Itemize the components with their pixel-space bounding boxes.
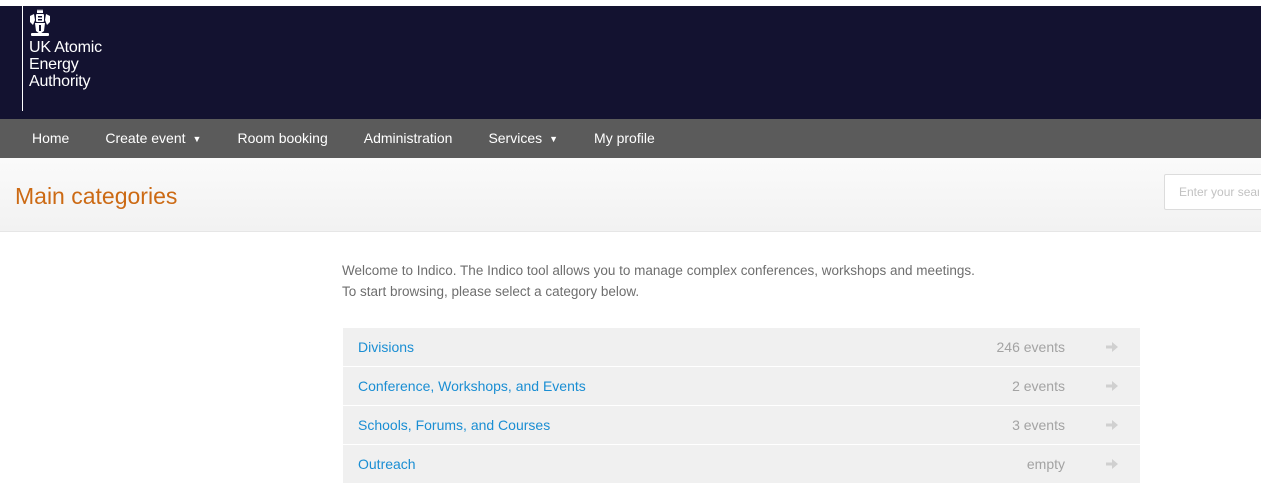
arrow-right-icon[interactable] [1106,381,1118,391]
nav-create-event[interactable]: Create event ▼ [87,119,219,158]
category-row[interactable]: Outreach empty [343,445,1140,483]
caret-down-icon: ▼ [549,134,559,144]
main-navbar: Home Create event ▼ Room booking Administ… [0,119,1261,158]
caret-down-icon: ▼ [192,134,202,144]
welcome-line: Welcome to Indico. The Indico tool allow… [342,263,975,278]
category-count: 2 events [1012,378,1065,394]
nav-home[interactable]: Home [14,119,87,158]
title-bar: Main categories [0,158,1261,232]
welcome-line: To start browsing, please select a categ… [342,284,640,299]
category-link[interactable]: Divisions [358,339,414,355]
search-input[interactable] [1164,174,1261,210]
arrow-right-icon[interactable] [1106,420,1118,430]
nav-my-profile-label: My profile [594,130,655,146]
logo-line: Energy [29,56,79,73]
category-count: 3 events [1012,417,1065,433]
category-link[interactable]: Conference, Workshops, and Events [358,378,586,394]
nav-room-booking[interactable]: Room booking [219,119,345,158]
nav-home-label: Home [32,130,70,146]
nav-my-profile[interactable]: My profile [576,119,673,158]
nav-administration[interactable]: Administration [346,119,471,158]
arrow-right-icon[interactable] [1106,342,1118,352]
nav-administration-label: Administration [363,130,453,146]
logo-line: Authority [29,73,91,90]
category-row[interactable]: Divisions 246 events [343,328,1140,367]
category-link[interactable]: Schools, Forums, and Courses [358,417,550,433]
arrow-right-icon[interactable] [1106,459,1118,469]
crest-icon [30,9,50,36]
category-row[interactable]: Conference, Workshops, and Events 2 even… [343,367,1140,406]
category-list: Divisions 246 events Conference, Worksho… [343,328,1140,483]
category-count: empty [1026,456,1065,472]
logo-line: UK Atomic [29,39,102,56]
nav-services-label: Services [488,130,543,146]
site-header: UK Atomic Energy Authority [0,6,1261,119]
category-row[interactable]: Schools, Forums, and Courses 3 events [343,406,1140,445]
welcome-message: Welcome to Indico. The Indico tool allow… [342,260,975,302]
logo-text: UK Atomic Energy Authority [29,39,102,90]
nav-room-booking-label: Room booking [237,130,328,146]
nav-services[interactable]: Services ▼ [470,119,576,158]
ukaea-logo[interactable]: UK Atomic Energy Authority [22,6,102,111]
category-link[interactable]: Outreach [358,456,416,472]
nav-create-event-label: Create event [105,130,186,146]
category-count: 246 events [996,339,1066,355]
page-title: Main categories [15,183,178,209]
